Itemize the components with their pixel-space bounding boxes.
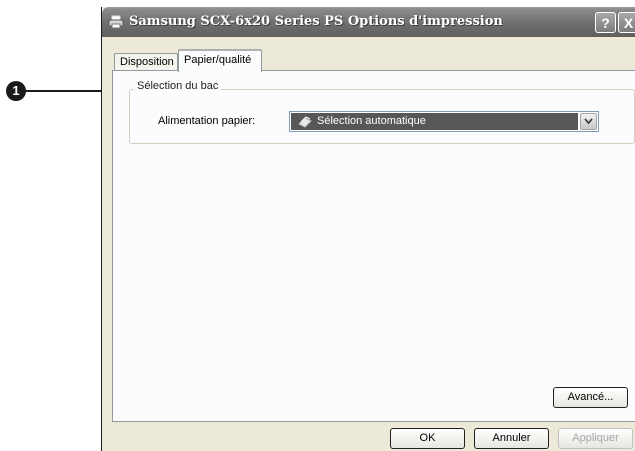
paper-source-label: Alimentation papier: bbox=[158, 115, 256, 127]
close-button[interactable]: X bbox=[618, 12, 635, 33]
print-options-dialog: Samsung SCX-6x20 Series PS Options d'imp… bbox=[101, 7, 635, 451]
dropdown-arrow-button[interactable] bbox=[580, 113, 597, 130]
printer-icon bbox=[108, 15, 124, 29]
tab-papier-qualite[interactable]: Papier/qualité bbox=[178, 49, 262, 72]
paper-tray-icon bbox=[297, 115, 313, 128]
tab-disposition[interactable]: Disposition bbox=[114, 53, 178, 71]
paper-source-selected-value: Sélection automatique bbox=[291, 113, 578, 130]
advanced-button[interactable]: Avancé... bbox=[553, 387, 628, 408]
title-bar[interactable]: Samsung SCX-6x20 Series PS Options d'imp… bbox=[102, 7, 635, 37]
window-title: Samsung SCX-6x20 Series PS Options d'imp… bbox=[129, 14, 503, 29]
paper-source-value-text: Sélection automatique bbox=[317, 115, 426, 127]
callout-number-badge: 1 bbox=[6, 81, 26, 101]
paper-source-select[interactable]: Sélection automatique bbox=[289, 111, 599, 132]
apply-button[interactable]: Appliquer bbox=[558, 428, 633, 449]
cancel-button[interactable]: Annuler bbox=[474, 428, 549, 449]
help-button[interactable]: ? bbox=[595, 12, 616, 33]
ok-button[interactable]: OK bbox=[390, 428, 465, 449]
group-title: Sélection du bac bbox=[134, 80, 222, 92]
tab-panel: Sélection du bac Alimentation papier: Sé… bbox=[112, 70, 635, 422]
